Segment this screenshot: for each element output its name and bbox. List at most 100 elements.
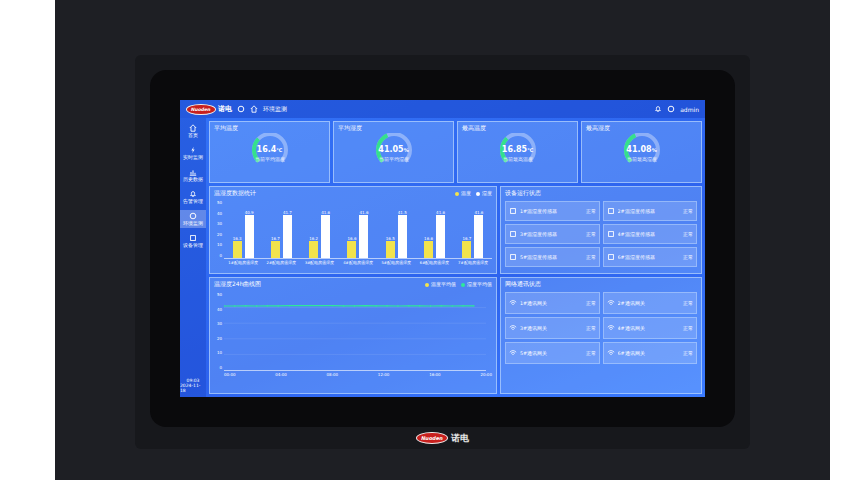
legend-item[interactable]: 湿度	[476, 191, 492, 196]
series-point	[408, 305, 409, 306]
sidebar-label: 告警管理	[183, 199, 203, 204]
bar[interactable]	[424, 241, 433, 258]
gauge-caption: 当前平均湿度	[361, 157, 427, 162]
chart-head: 温湿度24h曲线图温度平均值湿度平均值	[214, 280, 492, 289]
x-tick: 12:00	[378, 372, 390, 377]
status-name: 6#温湿度传感器	[618, 254, 681, 260]
bar[interactable]	[233, 241, 242, 258]
gauge-unit: %	[652, 147, 657, 153]
x-label: 1#配电房温湿度	[225, 260, 261, 265]
legend: 温度湿度	[455, 191, 492, 196]
bar[interactable]	[347, 241, 356, 258]
gauge-wrap: 41.05%当前平均湿度	[338, 133, 449, 167]
bell-icon[interactable]	[654, 105, 662, 113]
device-icon	[509, 324, 517, 332]
bar[interactable]	[474, 215, 483, 258]
gauge-value: 41.08%	[619, 145, 665, 154]
back-icon[interactable]	[237, 105, 245, 113]
bars: 16.340.916.741.716.241.616.641.616.541.5…	[224, 200, 492, 259]
bar[interactable]	[386, 241, 395, 258]
legend-item[interactable]: 湿度平均值	[461, 282, 492, 287]
bar[interactable]	[283, 215, 292, 258]
bar[interactable]	[321, 215, 330, 258]
x-tick: 08:00	[327, 372, 339, 377]
status-item[interactable]: 5#通讯网关正常	[505, 342, 600, 364]
status-grid: 1#温湿度传感器正常2#温湿度传感器正常3#温湿度传感器正常4#温湿度传感器正常…	[505, 201, 697, 267]
gauge-wrap: 16.4℃当前平均温度	[214, 133, 325, 167]
status-item[interactable]: 1#温湿度传感器正常	[505, 201, 600, 221]
status-value: 正常	[586, 350, 596, 356]
bar-body: 5040302010016.340.916.741.716.241.616.64…	[214, 200, 492, 265]
clock-time: 09:03	[187, 378, 200, 383]
y-tick: 20	[214, 232, 222, 237]
status-item[interactable]: 4#温湿度传感器正常	[603, 224, 698, 244]
legend-dot	[461, 283, 465, 287]
user-name[interactable]: admin	[680, 106, 699, 113]
bar[interactable]	[309, 241, 318, 258]
bar-column: 16.7	[462, 236, 471, 258]
status-value: 正常	[683, 254, 693, 260]
user-icon[interactable]	[667, 105, 675, 113]
menu-icon	[189, 124, 197, 132]
bar[interactable]	[398, 215, 407, 258]
sidebar-item[interactable]: 首页	[180, 122, 206, 140]
brand[interactable]: Nuoden诺电	[186, 104, 232, 115]
bar[interactable]	[245, 215, 254, 258]
bar[interactable]	[271, 241, 280, 258]
sidebar-item[interactable]: 告警管理	[180, 188, 206, 206]
sidebar-item[interactable]: 环境监测	[180, 210, 206, 228]
y-tick: 10	[214, 350, 222, 355]
status-item[interactable]: 2#温湿度传感器正常	[603, 201, 698, 221]
gauge: 16.4℃当前平均温度	[247, 133, 293, 167]
legend-item[interactable]: 温度平均值	[425, 282, 456, 287]
gauge-unit: %	[404, 147, 409, 153]
status-item[interactable]: 4#通讯网关正常	[603, 317, 698, 339]
series-point	[332, 305, 333, 306]
status-item[interactable]: 5#温湿度传感器正常	[505, 247, 600, 267]
x-label: 3#配电房温湿度	[302, 260, 338, 265]
legend-item[interactable]: 温度	[455, 191, 471, 196]
status-item[interactable]: 3#通讯网关正常	[505, 317, 600, 339]
bar-group: 16.241.6	[309, 210, 330, 258]
panel-title: 网络通讯状态	[505, 280, 697, 289]
gauge-number: 41.08	[626, 145, 651, 154]
line-body: 5040302010000:0004:0008:0012:0016:0020:0…	[214, 292, 492, 377]
y-tick: 40	[214, 211, 222, 216]
status-name: 1#温湿度传感器	[520, 208, 583, 214]
sidebar-label: 实时监测	[183, 155, 203, 160]
bar-column: 16.3	[233, 236, 242, 258]
home-icon[interactable]	[250, 105, 258, 113]
status-item[interactable]: 1#通讯网关正常	[505, 292, 600, 314]
series-point	[419, 305, 420, 306]
status-item[interactable]: 6#温湿度传感器正常	[603, 247, 698, 267]
gauge-title: 最高温度	[462, 124, 573, 133]
status-value: 正常	[683, 325, 693, 331]
status-name: 1#通讯网关	[520, 300, 583, 306]
y-tick: 0	[214, 365, 222, 370]
series-point	[430, 305, 431, 306]
x-axis: 1#配电房温湿度2#配电房温湿度3#配电房温湿度4#配电房温湿度5#配电房温湿度…	[224, 259, 492, 265]
status-item[interactable]: 2#通讯网关正常	[603, 292, 698, 314]
status-item[interactable]: 3#温湿度传感器正常	[505, 224, 600, 244]
sidebar-item[interactable]: 设备管理	[180, 232, 206, 250]
bar[interactable]	[359, 215, 368, 258]
series-point	[462, 305, 463, 306]
legend-label: 温度平均值	[431, 282, 456, 287]
bar[interactable]	[436, 215, 445, 258]
bar[interactable]	[462, 241, 471, 258]
status-item[interactable]: 6#通讯网关正常	[603, 342, 698, 364]
bar-group: 16.741.7	[271, 210, 292, 258]
menu-icon	[189, 168, 197, 176]
bar-column: 16.7	[271, 236, 280, 258]
series-point	[397, 305, 398, 306]
device-icon	[509, 230, 517, 238]
chart-row: 温湿度数据统计温度湿度5040302010016.340.916.741.716…	[209, 186, 702, 274]
series-point	[234, 305, 235, 306]
legend-label: 湿度平均值	[467, 282, 492, 287]
legend: 温度平均值 湿度平均值	[425, 282, 492, 287]
status-name: 4#温湿度传感器	[618, 231, 681, 237]
series-point	[245, 305, 246, 306]
bar-group: 16.541.5	[386, 210, 407, 258]
sidebar-item[interactable]: 实时监测	[180, 144, 206, 162]
sidebar-item[interactable]: 历史数据	[180, 166, 206, 184]
